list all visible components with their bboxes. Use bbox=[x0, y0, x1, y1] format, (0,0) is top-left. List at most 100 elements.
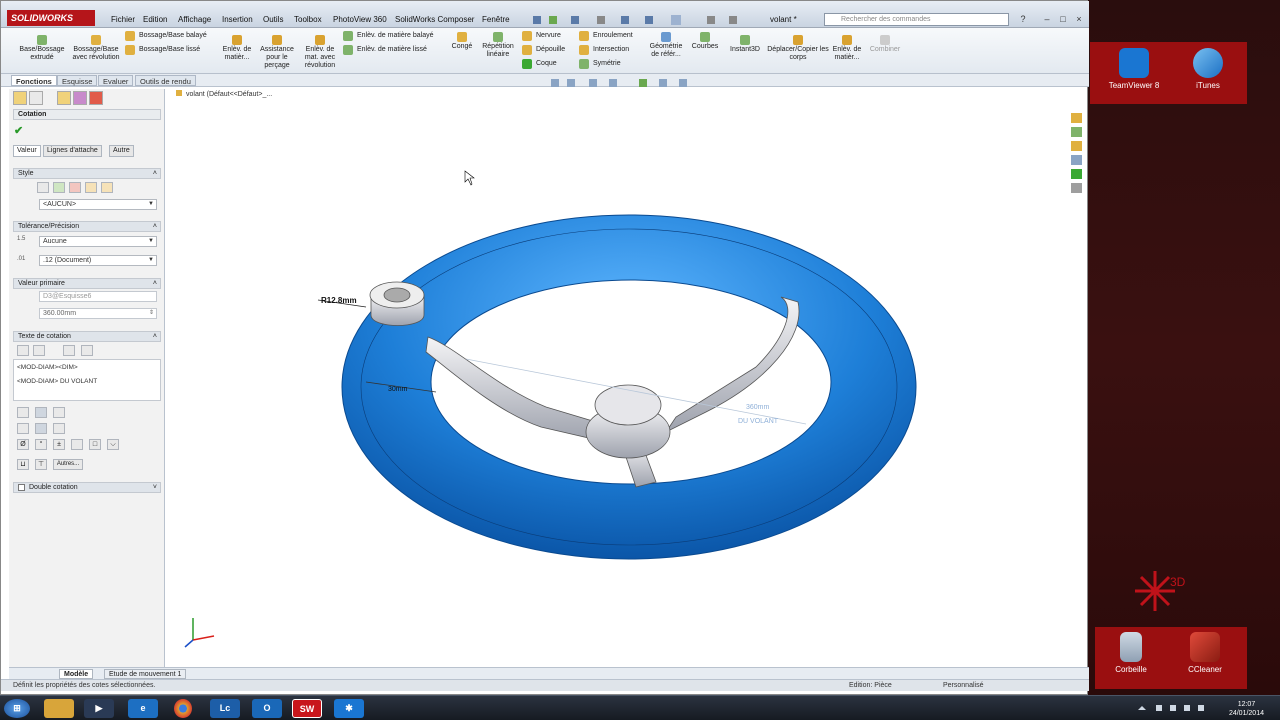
menu-outils[interactable]: Outils bbox=[263, 15, 283, 24]
chrome-taskbar-icon[interactable] bbox=[174, 699, 192, 718]
rib-button[interactable]: Nervure bbox=[522, 31, 561, 41]
combine-button[interactable]: Combiner bbox=[865, 35, 905, 54]
degree-symbol-icon[interactable]: ° bbox=[35, 439, 47, 450]
menu-photoview[interactable]: PhotoView 360 bbox=[333, 15, 387, 24]
outlook-taskbar-icon[interactable]: O bbox=[252, 699, 282, 718]
teamviewer-taskbar-icon[interactable]: ✱ bbox=[334, 699, 364, 718]
minimize-button[interactable]: – bbox=[1041, 13, 1053, 25]
status-custom[interactable]: Personnalisé bbox=[943, 680, 983, 691]
counterbore-symbol-icon[interactable]: ⊔ bbox=[17, 459, 29, 470]
menu-insertion[interactable]: Insertion bbox=[222, 15, 253, 24]
text-tool-4-icon[interactable] bbox=[81, 345, 93, 356]
primary-value-section-header[interactable]: Valeur primaire ˄ bbox=[13, 278, 161, 289]
dimension-text-section-header[interactable]: Texte de cotation ˄ bbox=[13, 331, 161, 342]
text-position-1-icon[interactable] bbox=[17, 423, 29, 434]
depth-symbol-icon[interactable]: ⊤ bbox=[35, 459, 47, 470]
cut-revolve-button[interactable]: Enlèv. de mat. avec révolution bbox=[299, 35, 341, 70]
fillet-button[interactable]: Congé bbox=[447, 32, 477, 51]
display-manager-tab[interactable] bbox=[89, 91, 103, 105]
graphics-area[interactable]: volant (Défaut<<Défaut>_... R12.8mm 30mm… bbox=[166, 79, 1086, 667]
menu-edition[interactable]: Edition bbox=[143, 15, 167, 24]
mirror-button[interactable]: Symétrie bbox=[579, 59, 621, 69]
style-select[interactable]: <AUCUN> ▼ bbox=[39, 199, 157, 210]
style-tool-5-icon[interactable] bbox=[101, 182, 113, 193]
feature-manager-tab[interactable] bbox=[13, 91, 27, 105]
internet-explorer-taskbar-icon[interactable]: e bbox=[128, 699, 158, 718]
cut-loft-button[interactable]: Enlèv. de matière lissé bbox=[343, 45, 427, 55]
solidworks-logo[interactable]: SOLIDWORKS bbox=[7, 10, 95, 26]
lync-taskbar-icon[interactable]: Lc bbox=[210, 699, 240, 718]
hub-top[interactable] bbox=[594, 384, 662, 426]
desktop-icon-teamviewer[interactable]: TeamViewer 8 bbox=[1104, 48, 1164, 90]
menu-toolbox[interactable]: Toolbox bbox=[294, 15, 322, 24]
instant3d-button[interactable]: Instant3D bbox=[725, 35, 765, 54]
desktop-icon-recycle-bin[interactable]: Corbeille bbox=[1101, 632, 1161, 674]
precision-select[interactable]: .12 (Document) ▼ bbox=[39, 255, 157, 266]
align-left-icon[interactable] bbox=[17, 407, 29, 418]
revolve-boss-button[interactable]: Bossage/Base avec révolution bbox=[69, 35, 123, 62]
hole-wizard-button[interactable]: Assistance pour le perçage bbox=[255, 35, 299, 70]
extrude-boss-button[interactable]: Base/Bossage extrudé bbox=[15, 35, 69, 62]
command-search-input[interactable]: Rechercher des commandes bbox=[824, 13, 1009, 26]
close-button[interactable]: × bbox=[1073, 13, 1085, 25]
style-tool-4-icon[interactable] bbox=[85, 182, 97, 193]
menu-fenetre[interactable]: Fenêtre bbox=[482, 15, 510, 24]
property-manager-tab[interactable] bbox=[29, 91, 43, 105]
style-section-header[interactable]: Style ˄ bbox=[13, 168, 161, 179]
spin-icon[interactable]: ⇕ bbox=[149, 309, 154, 318]
style-tool-2-icon[interactable] bbox=[53, 182, 65, 193]
reference-geometry-button[interactable]: Géométrie de référ... bbox=[645, 32, 687, 59]
menu-fichier[interactable]: Fichier bbox=[111, 15, 135, 24]
tab-etude-mouvement[interactable]: Etude de mouvement 1 bbox=[104, 669, 187, 679]
help-icon[interactable]: ? bbox=[1017, 13, 1029, 25]
radius-dimension[interactable]: R12.8mm bbox=[321, 296, 357, 305]
tab-esquisse[interactable]: Esquisse bbox=[57, 75, 98, 86]
text-position-3-icon[interactable] bbox=[53, 423, 65, 434]
tab-fonctions[interactable]: Fonctions bbox=[11, 75, 57, 86]
subtab-autre[interactable]: Autre bbox=[109, 145, 134, 157]
dimxpert-tab[interactable] bbox=[73, 91, 87, 105]
text-tool-3-icon[interactable] bbox=[63, 345, 75, 356]
desktop-icon-ccleaner[interactable]: CCleaner bbox=[1175, 632, 1235, 674]
move-copy-bodies-button[interactable]: Déplacer/Copier les corps bbox=[767, 35, 829, 62]
linear-pattern-button[interactable]: Répétition linéaire bbox=[478, 32, 518, 59]
intersect-button[interactable]: Intersection bbox=[579, 45, 629, 55]
shell-button[interactable]: Coque bbox=[522, 59, 557, 69]
draft-button[interactable]: Dépouille bbox=[522, 45, 565, 55]
model-view[interactable]: R12.8mm 30mm 360mm DU VOLANT bbox=[166, 87, 1086, 667]
loft-boss-button[interactable]: Bossage/Base lissé bbox=[125, 45, 200, 55]
align-center-icon[interactable] bbox=[35, 407, 47, 418]
diameter-symbol-icon[interactable]: Ø bbox=[17, 439, 29, 450]
tolerance-section-header[interactable]: Tolérance/Précision ˄ bbox=[13, 221, 161, 232]
desktop-icon-itunes[interactable]: iTunes bbox=[1178, 48, 1238, 90]
width-dimension[interactable]: 30mm bbox=[388, 386, 408, 393]
plus-minus-symbol-icon[interactable]: ± bbox=[53, 439, 65, 450]
more-symbols-button[interactable]: Autres... bbox=[53, 459, 83, 470]
clock[interactable]: 12:07 24/01/2014 bbox=[1229, 700, 1264, 718]
dimension-value-field[interactable]: 360.00mm ⇕ bbox=[39, 308, 157, 319]
slope-symbol-icon[interactable]: ⌵ bbox=[107, 439, 119, 450]
start-button[interactable]: ⊞ bbox=[4, 699, 30, 718]
curves-button[interactable]: Courbes bbox=[689, 32, 721, 51]
countersink-symbol-icon[interactable] bbox=[71, 439, 83, 450]
text-position-2-icon[interactable] bbox=[35, 423, 47, 434]
sweep-boss-button[interactable]: Bossage/Base balayé bbox=[125, 31, 207, 41]
tolerance-type-select[interactable]: Aucune ▼ bbox=[39, 236, 157, 247]
wrap-button[interactable]: Enroulement bbox=[579, 31, 633, 41]
explorer-taskbar-icon[interactable] bbox=[44, 699, 74, 718]
text-tool-2-icon[interactable] bbox=[33, 345, 45, 356]
subtab-valeur[interactable]: Valeur bbox=[13, 145, 41, 157]
cut-sweep-button[interactable]: Enlèv. de matière balayé bbox=[343, 31, 434, 41]
dual-dimension-checkbox[interactable] bbox=[18, 483, 25, 491]
configuration-manager-tab[interactable] bbox=[57, 91, 71, 105]
square-symbol-icon[interactable]: □ bbox=[89, 439, 101, 450]
ok-check-icon[interactable]: ✔ bbox=[14, 124, 23, 137]
style-tool-1-icon[interactable] bbox=[37, 182, 49, 193]
tab-evaluer[interactable]: Evaluer bbox=[98, 75, 134, 86]
dual-dimension-section-header[interactable]: Double cotation ˅ bbox=[13, 482, 161, 493]
maximize-button[interactable]: □ bbox=[1057, 13, 1069, 25]
tab-modele[interactable]: Modèle bbox=[59, 669, 94, 679]
align-right-icon[interactable] bbox=[53, 407, 65, 418]
dimension-name-field[interactable]: D3@Esquisse6 bbox=[39, 291, 157, 302]
menu-affichage[interactable]: Affichage bbox=[178, 15, 211, 24]
